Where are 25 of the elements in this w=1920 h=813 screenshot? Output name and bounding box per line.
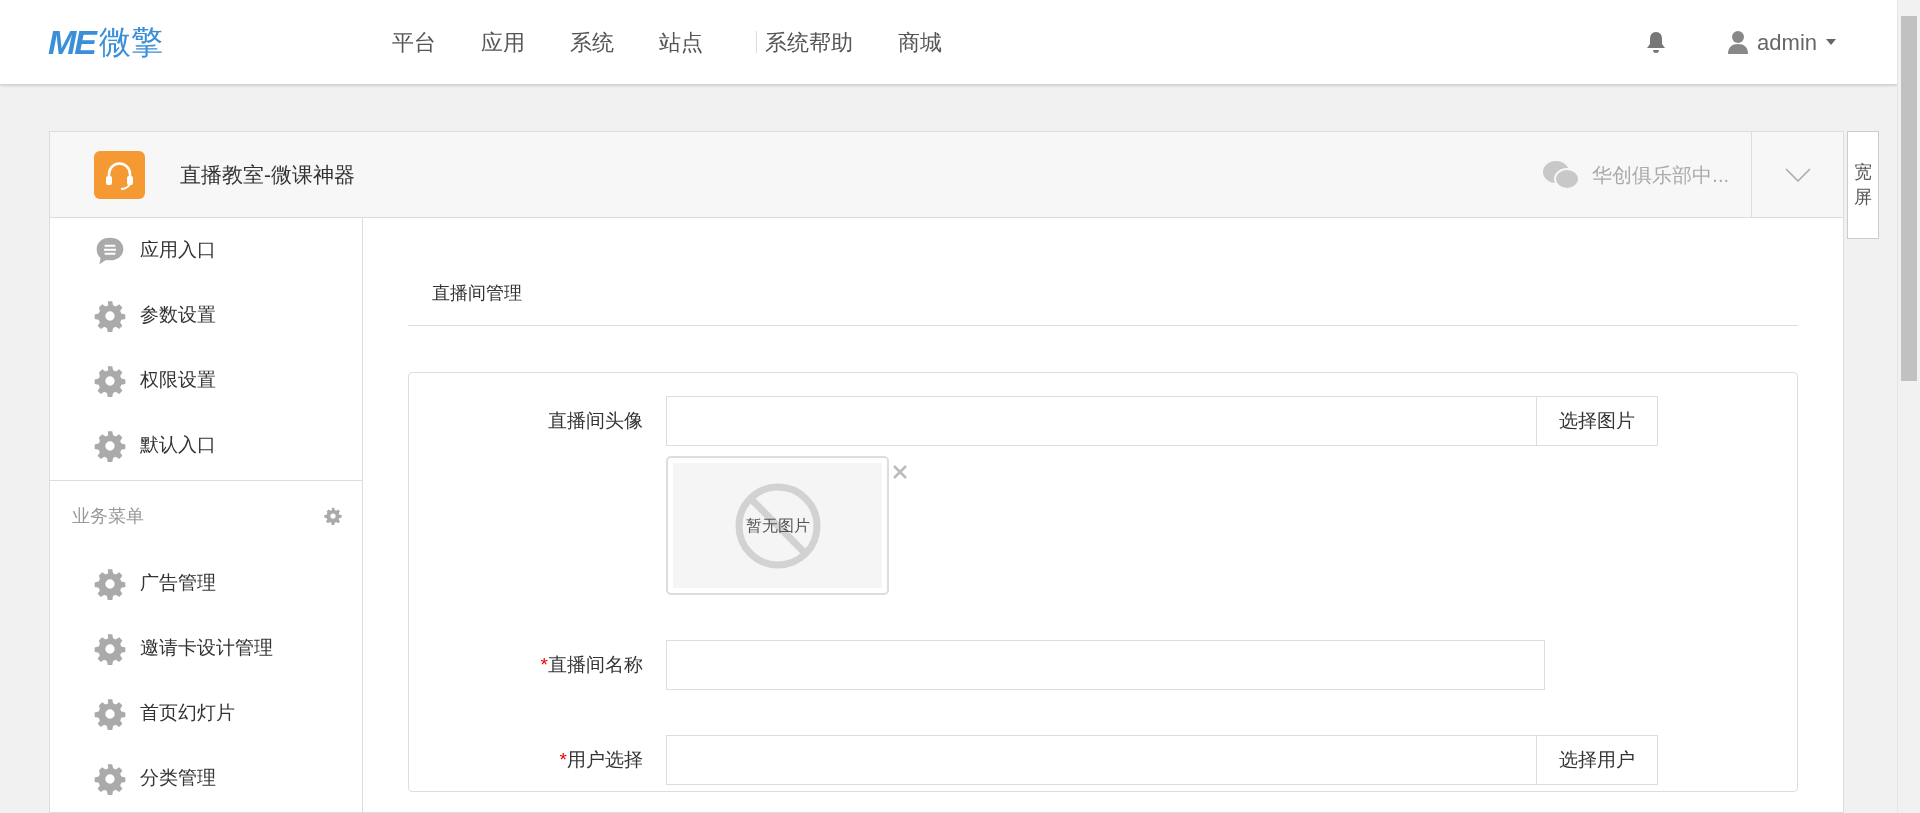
choose-user-button[interactable]: 选择用户	[1537, 735, 1658, 785]
nav-link[interactable]: 站点	[659, 25, 703, 59]
sidebar-item[interactable]: 默认入口	[50, 413, 362, 478]
sidebar-item[interactable]: 邀请卡设计管理	[50, 616, 362, 681]
section-title: 业务菜单	[72, 504, 144, 528]
nav-link[interactable]: 平台	[392, 25, 436, 59]
app-title: 直播教室-微课神器	[180, 161, 355, 188]
choose-image-button[interactable]: 选择图片	[1537, 396, 1658, 446]
wide-screen-button[interactable]: 宽屏	[1847, 131, 1879, 239]
field-label: 直播间头像	[547, 408, 644, 433]
sidebar-item[interactable]: 权限设置	[50, 348, 362, 413]
user-menu[interactable]: admin	[1727, 25, 1837, 59]
sidebar-item[interactable]: 首页幻灯片	[50, 681, 362, 746]
nav-link[interactable]: 商城	[898, 25, 942, 59]
sidebar-item[interactable]: 应用入口	[50, 218, 362, 283]
nav-link[interactable]: 应用	[481, 25, 525, 59]
nav-link[interactable]: 系统	[570, 25, 614, 59]
sidebar-item[interactable]: 广告管理	[50, 551, 362, 616]
field-label: *直播间名称	[539, 652, 644, 677]
placeholder-text: 暂无图片	[745, 515, 810, 536]
sidebar-item[interactable]: 分类管理	[50, 746, 362, 811]
sidebar-item[interactable]: 参数设置	[50, 283, 362, 348]
field-label: *用户选择	[558, 747, 644, 772]
page-title: 直播间管理	[408, 218, 1798, 326]
nav-link[interactable]: 系统帮助	[765, 25, 853, 59]
